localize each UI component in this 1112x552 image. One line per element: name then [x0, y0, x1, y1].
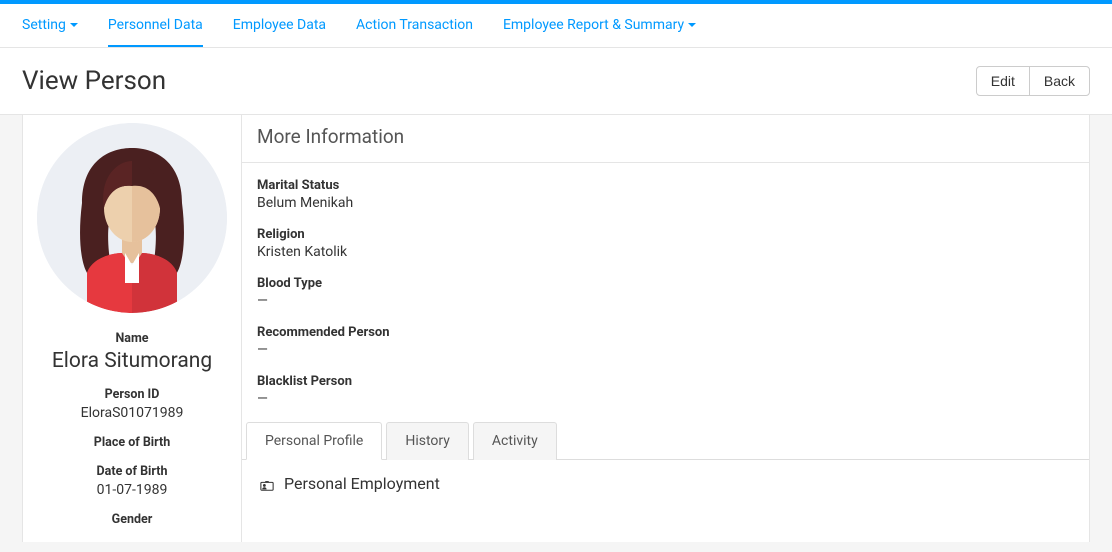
avatar-female-icon: [37, 123, 227, 313]
chevron-down-icon: [70, 23, 78, 27]
tab-activity[interactable]: Activity: [473, 422, 557, 460]
main-panel: More Information Marital Status Belum Me…: [242, 115, 1090, 542]
religion-label: Religion: [257, 227, 1074, 242]
main-nav: Setting Personnel Data Employee Data Act…: [0, 4, 1112, 48]
blacklist-label: Blacklist Person: [257, 374, 1074, 389]
nav-action-transaction[interactable]: Action Transaction: [356, 4, 473, 47]
person-id-value: EloraS01071989: [31, 405, 233, 421]
edit-button[interactable]: Edit: [976, 66, 1030, 96]
nav-action-transaction-label: Action Transaction: [356, 17, 473, 33]
more-info-title: More Information: [242, 115, 1089, 163]
page-title: View Person: [22, 66, 166, 96]
person-id-label: Person ID: [31, 387, 233, 402]
header-actions: Edit Back: [976, 66, 1090, 96]
page-header: View Person Edit Back: [0, 48, 1112, 115]
more-info-block: Marital Status Belum Menikah Religion Kr…: [242, 163, 1089, 422]
name-label: Name: [31, 331, 233, 346]
tab-history[interactable]: History: [386, 422, 469, 460]
nav-employee-report[interactable]: Employee Report & Summary: [503, 4, 696, 47]
date-of-birth-label: Date of Birth: [31, 464, 233, 479]
profile-tabs: Personal Profile History Activity: [242, 422, 1089, 460]
nav-employee-report-label: Employee Report & Summary: [503, 17, 684, 33]
tab-content: Personal Employment: [242, 460, 1089, 507]
nav-setting-label: Setting: [22, 17, 66, 33]
personal-employment-label: Personal Employment: [284, 474, 440, 493]
name-value: Elora Situmorang: [31, 349, 233, 373]
nav-employee-data[interactable]: Employee Data: [233, 4, 326, 47]
person-card-icon: [260, 477, 274, 491]
nav-personnel-data-label: Personnel Data: [108, 17, 203, 33]
blood-type-value: —: [257, 293, 1074, 309]
personal-employment-section[interactable]: Personal Employment: [260, 474, 1071, 493]
gender-label: Gender: [31, 512, 233, 527]
tab-personal-profile[interactable]: Personal Profile: [246, 422, 382, 460]
blood-type-label: Blood Type: [257, 276, 1074, 291]
blacklist-value: —: [257, 391, 1074, 407]
recommended-value: —: [257, 342, 1074, 358]
date-of-birth-value: 01-07-1989: [31, 482, 233, 498]
recommended-label: Recommended Person: [257, 325, 1074, 340]
chevron-down-icon: [688, 23, 696, 27]
nav-employee-data-label: Employee Data: [233, 17, 326, 33]
nav-setting[interactable]: Setting: [22, 4, 78, 47]
marital-status-label: Marital Status: [257, 178, 1074, 193]
content-area: Name Elora Situmorang Person ID EloraS01…: [0, 115, 1112, 542]
avatar: [37, 123, 227, 313]
person-sidebar: Name Elora Situmorang Person ID EloraS01…: [22, 115, 242, 542]
marital-status-value: Belum Menikah: [257, 195, 1074, 211]
back-button[interactable]: Back: [1029, 66, 1090, 96]
religion-value: Kristen Katolik: [257, 244, 1074, 260]
place-of-birth-label: Place of Birth: [31, 435, 233, 450]
nav-personnel-data[interactable]: Personnel Data: [108, 4, 203, 47]
